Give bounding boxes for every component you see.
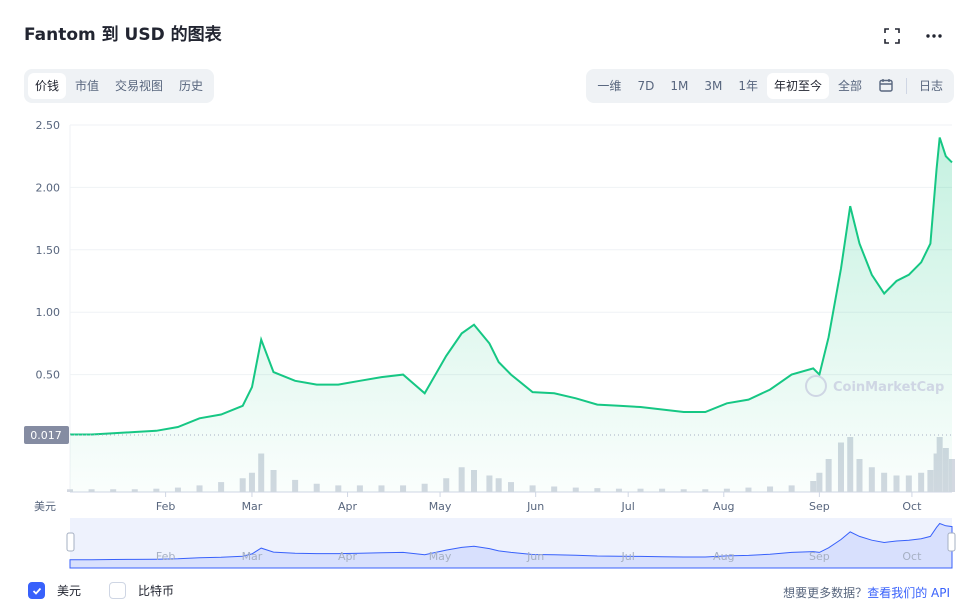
btc-checkbox-label: 比特币 — [138, 584, 175, 598]
y-tick-label: 2.50 — [36, 119, 61, 132]
x-tick-label: Feb — [156, 500, 175, 513]
check-icon — [28, 582, 45, 599]
navigator-tick-label: Mar — [242, 550, 263, 563]
x-tick-label: Jul — [621, 500, 635, 513]
price-chart[interactable]: 0.50 1.00 1.50 2.00 2.50 0.017 CoinMarketCap… — [0, 0, 968, 610]
navigator-tick-label: Sep — [809, 550, 830, 563]
navigator-tick-label: Aug — [713, 550, 734, 563]
api-promo: 想要更多数据？查看我们的 API — [783, 584, 950, 601]
navigator-tick-label: Jun — [526, 550, 544, 563]
btc-checkbox[interactable]: 比特币 — [109, 582, 174, 599]
x-axis: Feb Mar Apr May Jun Jul Aug Sep Oct — [156, 492, 922, 513]
navigator-handle-right[interactable] — [947, 532, 956, 552]
x-tick-label: Mar — [242, 500, 263, 513]
navigator-tick-label: Apr — [338, 550, 358, 563]
navigator-tick-label: Jul — [621, 550, 635, 563]
currency-axis-label: 美元 — [34, 500, 56, 513]
x-tick-label: Aug — [713, 500, 734, 513]
y-tick-label: 1.00 — [36, 306, 61, 319]
watermark-text: CoinMarketCap — [833, 380, 944, 395]
api-promo-text: 想要更多数据？ — [783, 586, 868, 600]
navigator-handle-left[interactable] — [66, 532, 75, 552]
navigator-tick-label: Feb — [156, 550, 175, 563]
api-link[interactable]: 查看我们的 API — [867, 586, 950, 600]
navigator[interactable]: Feb Mar Apr May Jun Jul Aug Sep Oct — [66, 518, 956, 569]
x-tick-label: May — [429, 500, 452, 513]
price-area — [70, 137, 952, 492]
y-tick-label: 1.50 — [36, 244, 61, 257]
y-axis: 0.50 1.00 1.50 2.00 2.50 — [36, 119, 61, 382]
navigator-tick-label: Oct — [902, 550, 922, 563]
open-price-badge: 0.017 — [24, 426, 69, 444]
x-tick-label: Jun — [526, 500, 544, 513]
checkbox-box — [109, 582, 127, 599]
y-tick-label: 2.00 — [36, 181, 61, 194]
usd-checkbox-label: 美元 — [57, 584, 82, 598]
usd-checkbox[interactable]: 美元 — [28, 582, 81, 599]
x-tick-label: Oct — [902, 500, 922, 513]
x-tick-label: Apr — [338, 500, 358, 513]
navigator-tick-label: May — [429, 550, 452, 563]
open-price-label: 0.017 — [30, 429, 62, 442]
y-tick-label: 0.50 — [36, 369, 61, 382]
x-tick-label: Sep — [809, 500, 830, 513]
